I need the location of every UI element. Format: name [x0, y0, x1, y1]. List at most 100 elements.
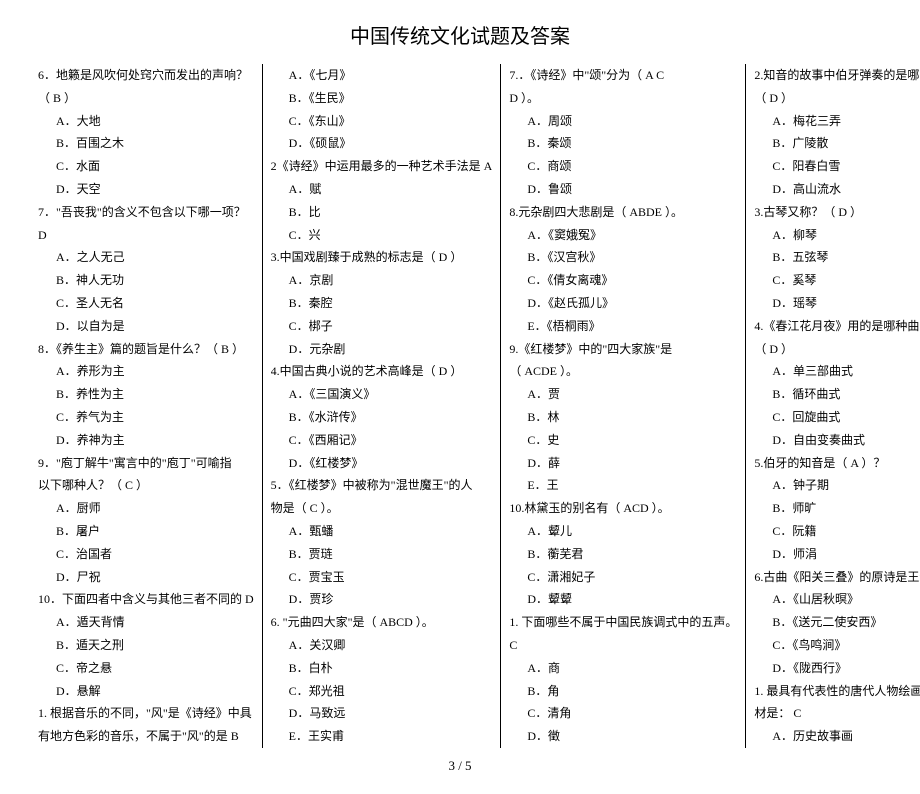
text-line: C．治国者: [38, 543, 254, 566]
text-line: （ D ）: [754, 338, 920, 361]
text-line: A．关汉卿: [271, 634, 493, 657]
text-line: D．《红楼梦》: [271, 452, 493, 475]
text-line: B．百围之木: [38, 132, 254, 155]
text-line: 10.林黛玉的别名有（ ACD ）。: [509, 497, 737, 520]
text-line: 1. 下面哪些不属于中国民族调式中的五声。: [509, 611, 737, 634]
column-2: A．《七月》B．《生民》C．《东山》D．《硕鼠》2《诗经》中运用最多的一种艺术手…: [262, 64, 501, 748]
text-line: D．师涓: [754, 543, 920, 566]
content-columns: 6．地籁是风吹何处窍穴而发出的声响？（ B ）A．大地B．百围之木C．水面D．天…: [30, 64, 890, 748]
text-line: A．贾: [509, 383, 737, 406]
text-line: 8．《养生主》篇的题旨是什么？（ B ）: [38, 338, 254, 361]
text-line: 6．地籁是风吹何处窍穴而发出的声响？: [38, 64, 254, 87]
text-line: B．《生民》: [271, 87, 493, 110]
text-line: 1. 根据音乐的不同，"风"是《诗经》中具: [38, 702, 254, 725]
text-line: 2.知音的故事中伯牙弹奏的是哪首琴曲？: [754, 64, 920, 87]
text-line: D．尸祝: [38, 566, 254, 589]
text-line: D．天空: [38, 178, 254, 201]
text-line: B．白朴: [271, 657, 493, 680]
text-line: A．之人无己: [38, 246, 254, 269]
text-line: A．颦儿: [509, 520, 737, 543]
text-line: C．《鸟鸣涧》: [754, 634, 920, 657]
text-line: B．广陵散: [754, 132, 920, 155]
text-line: （ B ）: [38, 87, 254, 110]
text-line: 物是（ C ）。: [271, 497, 493, 520]
text-line: 9.《红楼梦》中的"四大家族"是: [509, 338, 737, 361]
text-line: D．以自为是: [38, 315, 254, 338]
text-line: B．循环曲式: [754, 383, 920, 406]
text-line: 7．"吾丧我"的含义不包含以下哪一项？: [38, 201, 254, 224]
text-line: 9．"庖丁解牛"寓言中的"庖丁"可喻指: [38, 452, 254, 475]
text-line: C．梆子: [271, 315, 493, 338]
text-line: B．《汉宫秋》: [509, 246, 737, 269]
text-line: A．甄蟠: [271, 520, 493, 543]
text-line: 5．《红楼梦》中被称为"混世魔王"的人: [271, 474, 493, 497]
text-line: D ）。: [509, 87, 737, 110]
text-line: B．林: [509, 406, 737, 429]
text-line: C．郑光祖: [271, 680, 493, 703]
text-line: A．商: [509, 657, 737, 680]
text-line: A．养形为主: [38, 360, 254, 383]
text-line: 材是： C: [754, 702, 920, 725]
text-line: 6. "元曲四大家"是（ ABCD ）。: [271, 611, 493, 634]
text-line: B．屠户: [38, 520, 254, 543]
text-line: C: [509, 634, 737, 657]
text-line: 3.中国戏剧臻于成熟的标志是（ D ）: [271, 246, 493, 269]
text-line: D．《陇西行》: [754, 657, 920, 680]
text-line: E．王实甫: [271, 725, 493, 748]
text-line: B．贾琏: [271, 543, 493, 566]
text-line: 5.伯牙的知音是（ A ）？: [754, 452, 920, 475]
text-line: D: [38, 224, 254, 247]
text-line: A．厨师: [38, 497, 254, 520]
text-line: 3.古琴又称？（ D ）: [754, 201, 920, 224]
text-line: D．贾珍: [271, 588, 493, 611]
text-line: D．瑶琴: [754, 292, 920, 315]
page-title: 中国传统文化试题及答案: [30, 20, 890, 49]
text-line: B．角: [509, 680, 737, 703]
text-line: D．薛: [509, 452, 737, 475]
text-line: D．养神为主: [38, 429, 254, 452]
text-line: A．梅花三弄: [754, 110, 920, 133]
text-line: C．商颂: [509, 155, 737, 178]
text-line: C．水面: [38, 155, 254, 178]
text-line: C．《倩女离魂》: [509, 269, 737, 292]
text-line: C．帝之悬: [38, 657, 254, 680]
text-line: C．阮籍: [754, 520, 920, 543]
text-line: 2《诗经》中运用最多的一种艺术手法是 A: [271, 155, 493, 178]
text-line: B．蘅芜君: [509, 543, 737, 566]
text-line: C．养气为主: [38, 406, 254, 429]
column-3: 7.．《诗经》中"颂"分为（ A CD ）。A．周颂B．秦颂C．商颂D．鲁颂8.…: [500, 64, 745, 748]
text-line: A．单三部曲式: [754, 360, 920, 383]
text-line: C．《西厢记》: [271, 429, 493, 452]
text-line: D．鲁颂: [509, 178, 737, 201]
text-line: B．五弦琴: [754, 246, 920, 269]
text-line: A．《七月》: [271, 64, 493, 87]
text-line: C．清角: [509, 702, 737, 725]
text-line: A．《三国演义》: [271, 383, 493, 406]
text-line: C．回旋曲式: [754, 406, 920, 429]
text-line: A．大地: [38, 110, 254, 133]
text-line: 7.．《诗经》中"颂"分为（ A C: [509, 64, 737, 87]
text-line: D．颦颦: [509, 588, 737, 611]
text-line: A．历史故事画: [754, 725, 920, 748]
text-line: D．悬解: [38, 680, 254, 703]
text-line: A．遁天背情: [38, 611, 254, 634]
text-line: D．高山流水: [754, 178, 920, 201]
text-line: 以下哪种人？（ C ）: [38, 474, 254, 497]
column-4: 2.知音的故事中伯牙弹奏的是哪首琴曲？ （ D ） A．梅花三弄B．广陵散C．阳春白…: [745, 64, 920, 748]
text-line: A．《山居秋暝》: [754, 588, 920, 611]
text-line: A．钟子期: [754, 474, 920, 497]
text-line: 6.古曲《阳关三叠》的原诗是王维的 B: [754, 566, 920, 589]
text-line: B．《水浒传》: [271, 406, 493, 429]
text-line: A．《窦娥冤》: [509, 224, 737, 247]
text-line: B．秦颂: [509, 132, 737, 155]
text-line: D．元杂剧: [271, 338, 493, 361]
text-line: B．养性为主: [38, 383, 254, 406]
page-footer: 3 / 5: [30, 758, 890, 774]
text-line: A．京剧: [271, 269, 493, 292]
text-line: C．阳春白雪: [754, 155, 920, 178]
text-line: E．王: [509, 474, 737, 497]
text-line: C．贾宝玉: [271, 566, 493, 589]
text-line: B．《送元二使安西》: [754, 611, 920, 634]
text-line: D．《赵氏孤儿》: [509, 292, 737, 315]
text-line: C．兴: [271, 224, 493, 247]
